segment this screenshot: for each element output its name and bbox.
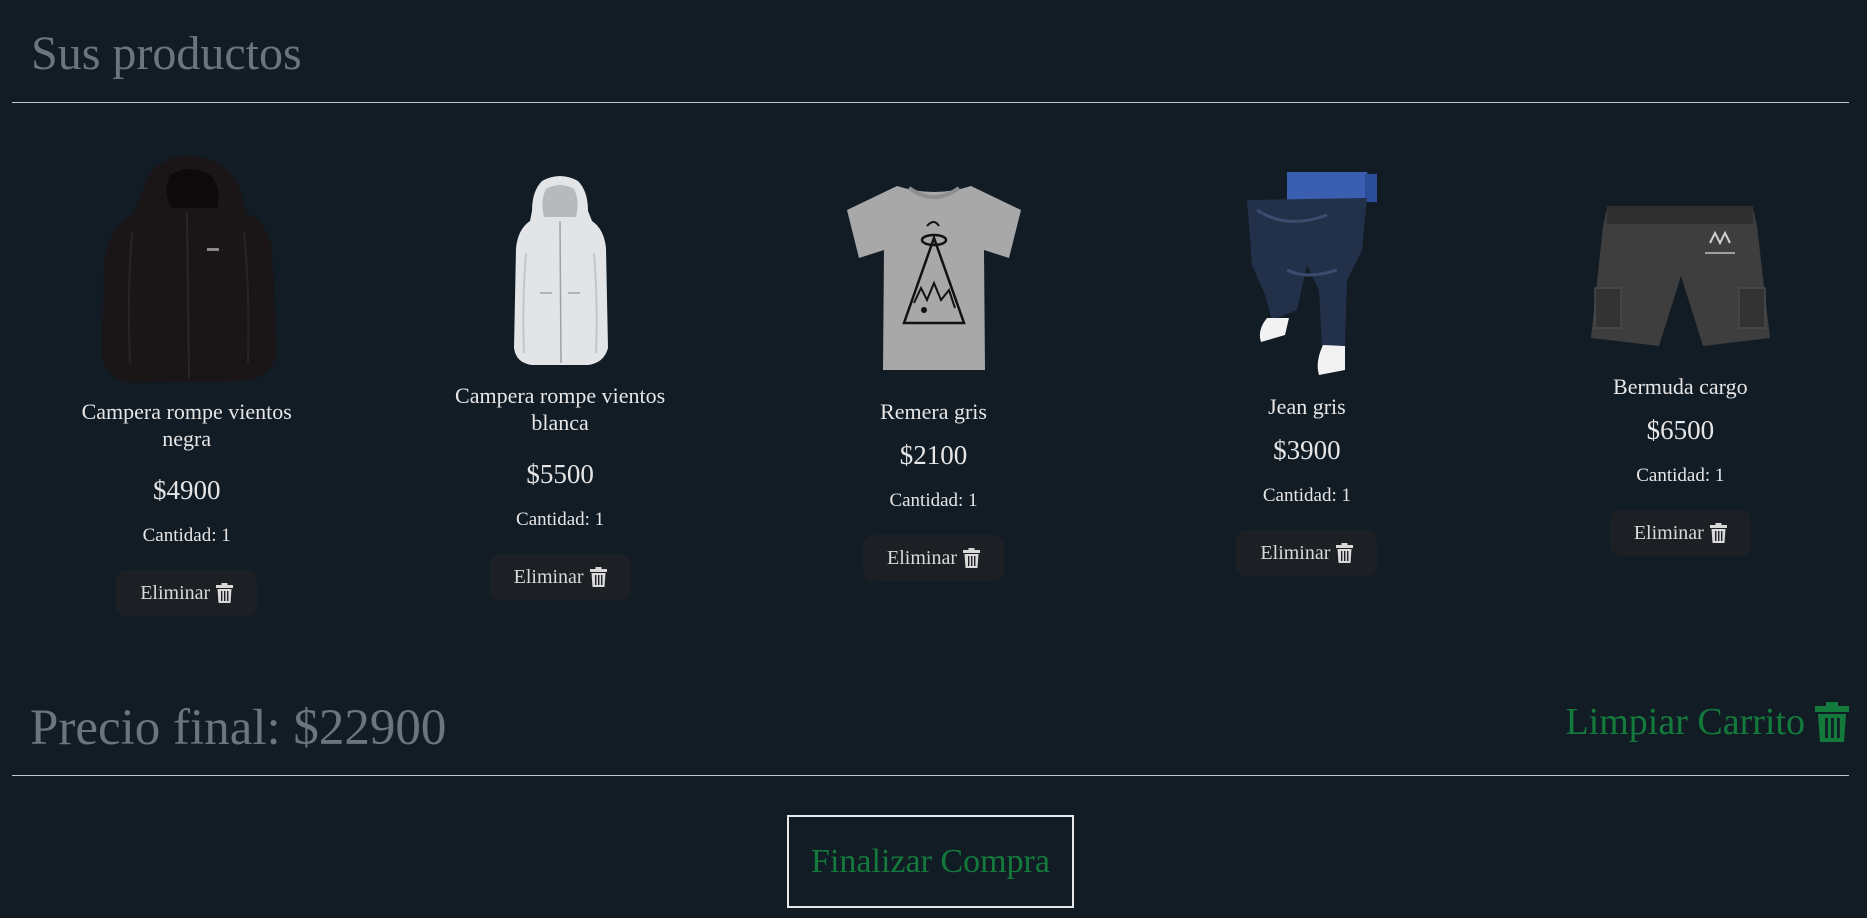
product-card: Remera gris $2100 Cantidad: 1 Eliminar bbox=[747, 140, 1120, 640]
trash-icon bbox=[1336, 543, 1354, 563]
trash-icon bbox=[1709, 523, 1727, 543]
trash-icon bbox=[216, 583, 234, 603]
product-image-white-jacket bbox=[500, 170, 620, 370]
delete-label: Eliminar bbox=[140, 581, 211, 604]
final-price: Precio final: $22900 bbox=[30, 700, 447, 756]
checkout-button[interactable]: Finalizar Compra bbox=[787, 815, 1074, 908]
product-image-black-jacket bbox=[92, 150, 282, 390]
page-title: Sus productos bbox=[31, 27, 302, 80]
divider bbox=[12, 775, 1849, 776]
clear-cart-button[interactable]: Limpiar Carrito bbox=[1565, 700, 1849, 744]
product-image-grey-tshirt bbox=[839, 175, 1029, 380]
product-price: $5500 bbox=[526, 459, 594, 489]
trash-icon bbox=[1815, 702, 1849, 742]
product-name: Jean gris bbox=[1268, 394, 1346, 419]
cart-page: Sus productos Campera rompe vientos negr… bbox=[0, 0, 1867, 918]
delete-label: Eliminar bbox=[513, 565, 584, 588]
product-card: Bermuda cargo $6500 Cantidad: 1 Eliminar bbox=[1494, 140, 1867, 640]
product-quantity: Cantidad: 1 bbox=[889, 490, 978, 511]
product-price: $6500 bbox=[1646, 415, 1715, 445]
delete-label: Eliminar bbox=[1260, 541, 1331, 564]
product-name: Campera rompe vientos negra bbox=[81, 399, 292, 451]
product-quantity: Cantidad: 1 bbox=[1262, 485, 1351, 506]
product-list: Campera rompe vientos negra $4900 Cantid… bbox=[0, 140, 1867, 640]
product-card: Campera rompe vientos negra $4900 Cantid… bbox=[0, 140, 373, 640]
delete-button[interactable]: Eliminar bbox=[1236, 530, 1378, 576]
trash-icon bbox=[963, 548, 980, 568]
delete-label: Eliminar bbox=[1633, 521, 1704, 544]
product-image-grey-jeans bbox=[1227, 170, 1387, 385]
clear-cart-label: Limpiar Carrito bbox=[1565, 701, 1805, 743]
product-quantity: Cantidad: 1 bbox=[1636, 465, 1725, 486]
product-price: $4900 bbox=[152, 475, 221, 505]
product-price: $3900 bbox=[1273, 435, 1341, 465]
delete-label: Eliminar bbox=[887, 546, 957, 569]
delete-button[interactable]: Eliminar bbox=[1609, 510, 1751, 556]
trash-icon bbox=[589, 567, 607, 587]
delete-button[interactable]: Eliminar bbox=[489, 554, 631, 600]
product-quantity: Cantidad: 1 bbox=[516, 509, 605, 530]
product-card: Campera rompe vientos blanca $5500 Canti… bbox=[373, 140, 746, 640]
product-name: Remera gris bbox=[880, 399, 987, 424]
product-quantity: Cantidad: 1 bbox=[142, 525, 231, 546]
product-name: Campera rompe vientos blanca bbox=[455, 383, 666, 435]
delete-button[interactable]: Eliminar bbox=[863, 535, 1004, 581]
product-image-cargo-shorts bbox=[1585, 195, 1775, 365]
product-price: $2100 bbox=[899, 440, 968, 470]
delete-button[interactable]: Eliminar bbox=[116, 570, 258, 616]
divider bbox=[12, 102, 1849, 103]
product-card: Jean gris $3900 Cantidad: 1 Eliminar bbox=[1120, 140, 1493, 640]
product-name: Bermuda cargo bbox=[1613, 374, 1748, 399]
